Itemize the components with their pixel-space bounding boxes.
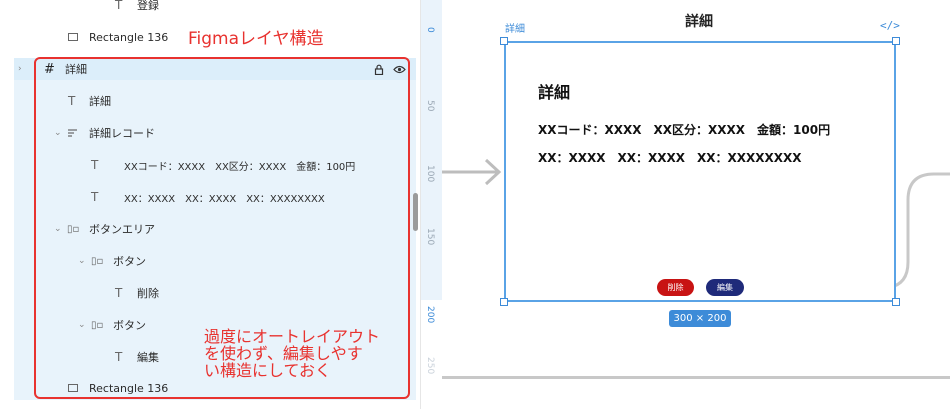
text-icon: T bbox=[115, 0, 123, 12]
annotation-note-line: 過度にオートレイアウト bbox=[204, 327, 381, 346]
frame-title: 詳細 bbox=[685, 14, 713, 30]
rectangle-icon bbox=[68, 33, 78, 41]
size-badge: 300 × 200 bbox=[669, 310, 731, 327]
ruler-tick: 0 bbox=[425, 27, 435, 33]
ruler-tick: 50 bbox=[425, 100, 435, 112]
annotation-title: Figmaレイヤ構造 bbox=[188, 29, 324, 49]
vertical-ruler: 0 50 100 150 200 250 bbox=[420, 0, 443, 409]
ruler-tick: 250 bbox=[425, 357, 435, 375]
ruler-tick: 200 bbox=[425, 306, 435, 324]
ruler-selection-range bbox=[421, 0, 443, 300]
annotation-note-line: い構造にしておく bbox=[204, 361, 332, 380]
code-icon[interactable]: </> bbox=[880, 19, 900, 32]
resize-handle-top-right[interactable] bbox=[892, 37, 900, 45]
layer-name: 登録 bbox=[137, 0, 159, 12]
detail-title: 詳細 bbox=[538, 83, 571, 102]
layers-scrollbar[interactable] bbox=[413, 193, 418, 231]
resize-handle-top-left[interactable] bbox=[500, 37, 508, 45]
annotation-note-line: を使わず、編集しやす bbox=[204, 344, 363, 363]
frame-label[interactable]: 詳細 bbox=[505, 20, 525, 35]
layers-panel: T 登録 Rectangle 136 › # 詳細 T 詳細 ⌄ 詳細レコード … bbox=[0, 0, 420, 409]
layer-row-register[interactable]: T 登録 bbox=[0, 0, 420, 21]
ruler-tick: 150 bbox=[425, 228, 435, 246]
ruler-tick: 100 bbox=[425, 165, 435, 183]
resize-handle-bottom-left[interactable] bbox=[500, 298, 508, 306]
canvas-divider bbox=[442, 376, 950, 379]
delete-button[interactable]: 削除 bbox=[657, 279, 694, 296]
annotation-note: 過度にオートレイアウト を使わず、編集しやす い構造にしておく bbox=[204, 328, 380, 379]
layer-name: Rectangle 136 bbox=[89, 30, 169, 44]
edit-button[interactable]: 編集 bbox=[706, 279, 744, 296]
record-line-2: XX：XXXX XX：XXXX XX：XXXXXXXX bbox=[538, 151, 802, 165]
chevron-right-icon[interactable]: › bbox=[18, 64, 22, 74]
resize-handle-bottom-right[interactable] bbox=[892, 298, 900, 306]
record-line-1: XXコード：XXXX XX区分：XXXX 金額：100円 bbox=[538, 123, 831, 137]
